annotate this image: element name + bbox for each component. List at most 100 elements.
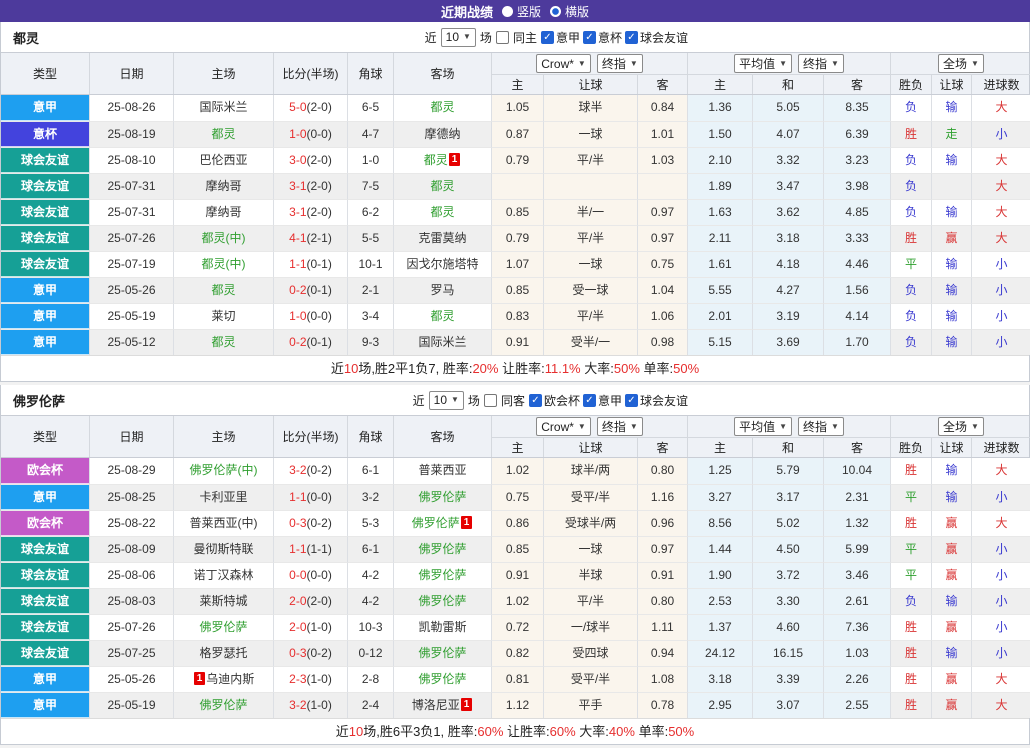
- match-type-badge: 意甲: [1, 484, 89, 510]
- match-date: 25-07-26: [89, 225, 173, 251]
- match-score: 3-2(1-0): [273, 692, 347, 718]
- home-team: 佛罗伦萨: [173, 692, 273, 718]
- match-count-select[interactable]: 10▼: [441, 28, 476, 47]
- bookmaker-select[interactable]: Crow*▼: [536, 54, 591, 73]
- scope-select[interactable]: 全场▼: [938, 54, 984, 73]
- layout-option-vertical[interactable]: 竖版: [502, 3, 541, 20]
- result-winloss: 胜: [890, 640, 931, 666]
- table-row: 意甲 25-08-25 卡利亚里 1-1(0-0) 3-2 佛罗伦萨 0.75 …: [1, 484, 1029, 510]
- crow-handicap: 半球: [543, 562, 637, 588]
- team-label: 巴伦西亚: [199, 153, 247, 167]
- avg-home-odds: 1.25: [687, 458, 752, 484]
- avg-away-odds: 2.26: [823, 666, 890, 692]
- avg-away-odds: 5.99: [823, 536, 890, 562]
- home-team: 普莱西亚(中): [173, 510, 273, 536]
- result-winloss: 负: [890, 173, 931, 199]
- crow-away-odds: 0.75: [637, 251, 687, 277]
- team-label: 都灵(中): [202, 257, 246, 271]
- radio-icon[interactable]: [502, 6, 513, 17]
- league-filter-label: 欧会杯: [544, 392, 580, 409]
- halftime-score: (0-0): [307, 309, 332, 323]
- league-filter-checkbox[interactable]: ✓: [541, 31, 554, 44]
- team-name: 都灵: [1, 28, 39, 47]
- league-filter-checkbox[interactable]: ✓: [583, 394, 596, 407]
- col-header-avg-away: 客: [823, 437, 890, 457]
- halftime-score: (0-2): [307, 463, 332, 477]
- avg-away-odds: 1.03: [823, 640, 890, 666]
- team-label: 佛罗伦萨: [418, 568, 466, 582]
- avg-draw-odds: 3.30: [752, 588, 823, 614]
- filter-unit-label: 场: [480, 29, 492, 46]
- avg-draw-odds: 3.17: [752, 484, 823, 510]
- crow-handicap: 球半: [543, 95, 637, 121]
- table-row: 球会友谊 25-07-26 佛罗伦萨 2-0(1-0) 10-3 凯勒雷斯 0.…: [1, 614, 1029, 640]
- crow-stage-select[interactable]: 终指▼: [597, 417, 643, 436]
- bookmaker-select-value: Crow*: [541, 57, 574, 71]
- home-team: 佛罗伦萨: [173, 614, 273, 640]
- corner-count: 3-2: [347, 484, 393, 510]
- layout-option-horizontal[interactable]: 横版: [550, 3, 589, 20]
- summary-segment: 单率:: [640, 361, 673, 376]
- crow-stage-select[interactable]: 终指▼: [597, 54, 643, 73]
- avg-away-odds: 6.39: [823, 121, 890, 147]
- team-label: 摩纳哥: [205, 205, 241, 219]
- crow-handicap: 受平/半: [543, 484, 637, 510]
- team-label: 都灵(中): [202, 231, 246, 245]
- chevron-down-icon: ▼: [779, 60, 787, 68]
- home-team: 格罗瑟托: [173, 640, 273, 666]
- chevron-down-icon: ▼: [451, 396, 459, 404]
- halftime-score: (1-1): [307, 542, 332, 556]
- table-row: 意甲 25-05-26 1乌迪内斯 2-3(1-0) 2-8 佛罗伦萨 0.81…: [1, 666, 1029, 692]
- chevron-down-icon: ▼: [630, 423, 638, 431]
- away-team: 罗马: [393, 277, 491, 303]
- table-header: 类型 日期 主场 比分(半场) 角球 客场 Crow*▼ 终指▼ 主 让球 客 …: [1, 415, 1029, 458]
- match-count-select[interactable]: 10▼: [429, 391, 464, 410]
- home-team: 都灵: [173, 329, 273, 355]
- halftime-score: (2-0): [307, 594, 332, 608]
- scope-select[interactable]: 全场▼: [938, 417, 984, 436]
- crow-away-odds: 1.11: [637, 614, 687, 640]
- avg-home-odds: 1.63: [687, 199, 752, 225]
- col-header-away: 客场: [393, 416, 491, 457]
- match-type-badge: 球会友谊: [1, 562, 89, 588]
- result-winloss: 胜: [890, 121, 931, 147]
- average-select[interactable]: 平均值▼: [734, 417, 792, 436]
- avg-away-odds: 4.46: [823, 251, 890, 277]
- crow-home-odds: 1.12: [491, 692, 543, 718]
- league-filter-checkbox[interactable]: ✓: [625, 394, 638, 407]
- crow-handicap: 平/半: [543, 303, 637, 329]
- match-date: 25-08-26: [89, 95, 173, 121]
- fulltime-score: 3-1: [289, 205, 306, 219]
- corner-count: 4-2: [347, 588, 393, 614]
- corner-count: 2-4: [347, 692, 393, 718]
- fulltime-score: 4-1: [289, 231, 306, 245]
- bookmaker-select[interactable]: Crow*▼: [536, 417, 591, 436]
- team-label: 因戈尔施塔特: [406, 257, 478, 271]
- crow-stage-select-value: 终指: [602, 55, 626, 72]
- result-winloss: 负: [890, 199, 931, 225]
- home-team: 国际米兰: [173, 95, 273, 121]
- result-winloss: 负: [890, 588, 931, 614]
- league-filter-checkbox[interactable]: ✓: [529, 394, 542, 407]
- same-venue-checkbox[interactable]: [496, 31, 509, 44]
- league-filter-checkbox[interactable]: ✓: [583, 31, 596, 44]
- average-select[interactable]: 平均值▼: [734, 54, 792, 73]
- avg-draw-odds: 4.60: [752, 614, 823, 640]
- radio-checked-icon[interactable]: [550, 6, 561, 17]
- table-row: 意甲 25-05-12 都灵 0-2(0-1) 9-3 国际米兰 0.91 受半…: [1, 329, 1029, 355]
- crow-home-odds: 0.86: [491, 510, 543, 536]
- match-date: 25-08-29: [89, 458, 173, 484]
- result-winloss: 负: [890, 329, 931, 355]
- avg-away-odds: 8.35: [823, 95, 890, 121]
- avg-stage-select[interactable]: 终指▼: [798, 417, 844, 436]
- result-winloss: 胜: [890, 614, 931, 640]
- crow-handicap: 平/半: [543, 147, 637, 173]
- league-filter-checkbox[interactable]: ✓: [625, 31, 638, 44]
- avg-draw-odds: 5.79: [752, 458, 823, 484]
- team-label: 曼彻斯特联: [193, 542, 253, 556]
- avg-draw-odds: 4.18: [752, 251, 823, 277]
- same-venue-checkbox[interactable]: [484, 394, 497, 407]
- avg-stage-select[interactable]: 终指▼: [798, 54, 844, 73]
- avg-home-odds: 1.36: [687, 95, 752, 121]
- match-score: 2-0(2-0): [273, 588, 347, 614]
